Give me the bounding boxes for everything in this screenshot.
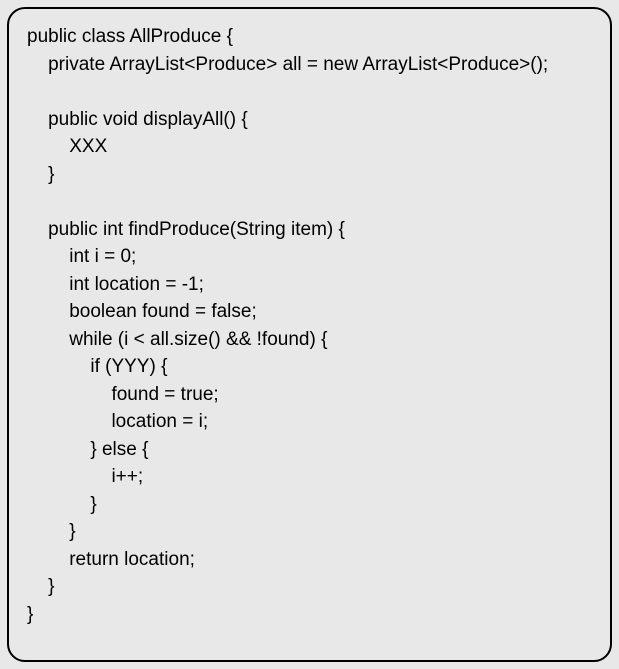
code-snippet-box: public class AllProduce { private ArrayL… xyxy=(7,7,612,662)
code-content: public class AllProduce { private ArrayL… xyxy=(27,23,592,628)
